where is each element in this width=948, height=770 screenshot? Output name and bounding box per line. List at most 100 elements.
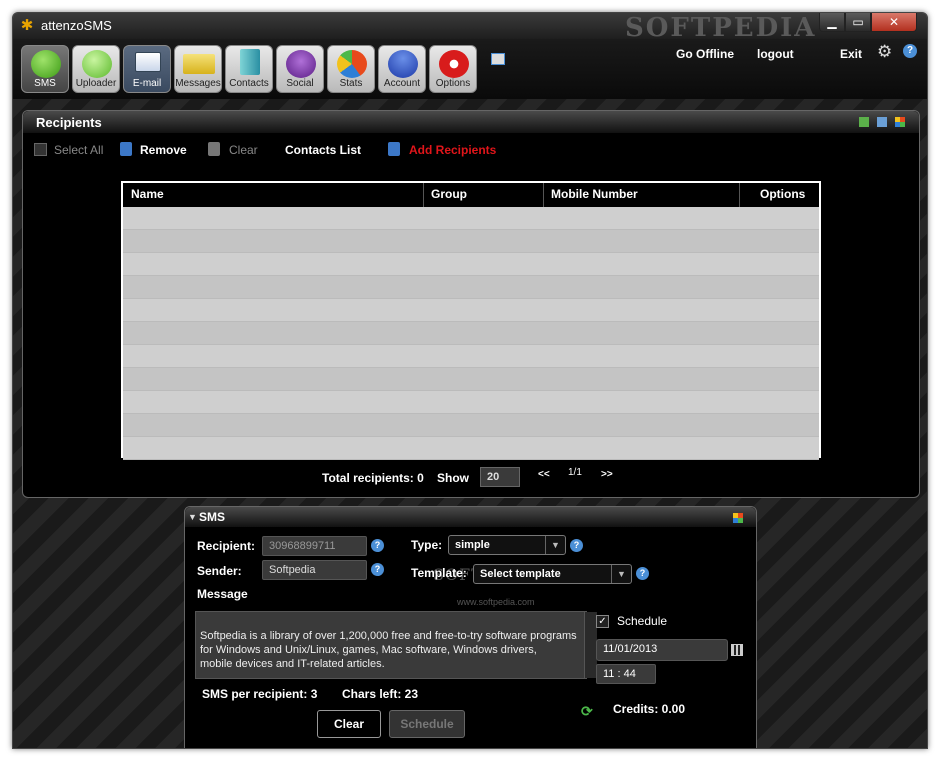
select-all-checkbox[interactable] <box>34 143 47 156</box>
window-title: attenzoSMS <box>41 18 112 33</box>
recipients-actions: Select All Remove Clear Contacts List Ad… <box>23 133 919 173</box>
column-header-group[interactable]: Group <box>431 187 467 201</box>
type-value: simple <box>455 539 490 551</box>
column-header-options[interactable]: Options <box>760 187 805 201</box>
message-label: Message <box>197 587 248 601</box>
app-logo-icon: ✱ <box>20 17 34 34</box>
help-icon[interactable]: ? <box>371 563 384 576</box>
collapse-icon[interactable]: ▼ <box>188 512 197 522</box>
contacts-list-button[interactable]: Contacts List <box>285 143 361 157</box>
close-button[interactable]: ✕ <box>871 13 917 32</box>
sender-field[interactable]: Softpedia <box>262 560 367 580</box>
column-header-name[interactable]: Name <box>131 187 164 201</box>
remove-button[interactable]: Remove <box>140 143 187 157</box>
template-label: Template: <box>411 566 467 580</box>
message-text: Softpedia is a library of over 1,200,000… <box>200 630 577 670</box>
refresh-icon[interactable]: ⟳ <box>581 703 593 720</box>
app-window: ✱ attenzoSMS SOFTPEDIA ▁ ▭ ✕ SMS Uploade… <box>12 12 928 749</box>
recipient-label: Recipient: <box>197 539 256 553</box>
help-icon[interactable]: ? <box>371 539 384 552</box>
sms-panel: ▼ SMS SOFTPEDIA www.softpedia.com Recipi… <box>184 506 757 748</box>
gear-icon[interactable]: ⚙ <box>877 43 895 61</box>
add-recipients-button[interactable]: Add Recipients <box>409 143 496 157</box>
sms-per-recipient: SMS per recipient: 3 <box>202 687 318 701</box>
type-label: Type: <box>411 538 443 552</box>
tool-label: Options <box>435 78 471 89</box>
show-label: Show <box>437 471 469 485</box>
help-icon[interactable]: ? <box>570 539 583 552</box>
minimize-button[interactable]: ▁ <box>819 13 845 32</box>
prev-page-button[interactable]: << <box>538 469 550 480</box>
table-row[interactable] <box>123 207 819 230</box>
title-bar: ✱ attenzoSMS SOFTPEDIA ▁ ▭ ✕ <box>13 13 927 43</box>
export-icon[interactable] <box>859 117 869 127</box>
template-select[interactable]: Select template ▼ <box>473 564 632 584</box>
schedule-checkbox[interactable]: ✓ <box>596 615 609 628</box>
tool-label: Messages <box>175 78 221 89</box>
next-page-button[interactable]: >> <box>601 469 613 480</box>
table-row[interactable] <box>123 414 819 437</box>
table-row[interactable] <box>123 299 819 322</box>
schedule-date-field[interactable]: 11/01/2013 <box>596 639 728 661</box>
schedule-button[interactable]: Schedule <box>389 710 465 738</box>
pagination: Total recipients: 0 Show 20 << 1/1 >> <box>23 467 919 493</box>
table-row[interactable] <box>123 368 819 391</box>
column-header-mobile[interactable]: Mobile Number <box>551 187 638 201</box>
table-header: Name Group Mobile Number Options <box>123 183 819 207</box>
time-hour[interactable]: 11 <box>603 668 614 680</box>
remove-icon <box>120 142 132 156</box>
tool-label: SMS <box>34 78 56 89</box>
type-select[interactable]: simple ▼ <box>448 535 566 555</box>
tool-label: Uploader <box>75 78 117 89</box>
chars-left: Chars left: 23 <box>342 687 419 701</box>
chevron-down-icon: ▼ <box>545 536 565 554</box>
recipients-table: Name Group Mobile Number Options <box>121 181 821 460</box>
table-row[interactable] <box>123 322 819 345</box>
help-icon[interactable]: ? <box>636 567 649 580</box>
select-all-label[interactable]: Select All <box>54 143 103 157</box>
grid-icon[interactable] <box>895 117 905 127</box>
table-row[interactable] <box>123 230 819 253</box>
table-row[interactable] <box>123 391 819 414</box>
tool-label: Contacts <box>229 78 269 89</box>
schedule-time-field[interactable]: 11 : 44 <box>596 664 656 684</box>
page-indicator: 1/1 <box>568 467 582 478</box>
credits: Credits: 0.00 <box>613 702 686 716</box>
table-row[interactable] <box>123 276 819 299</box>
top-links: Go Offline logout Exit <box>13 47 927 67</box>
table-row[interactable] <box>123 437 819 460</box>
go-offline-link[interactable]: Go Offline <box>676 47 734 61</box>
main-toolbar: SMS Uploader E-mail Messages Contacts So… <box>13 39 927 99</box>
clear-message-button[interactable]: Clear <box>317 710 381 738</box>
logout-link[interactable]: logout <box>757 47 794 61</box>
template-value: Select template <box>480 568 561 580</box>
recipients-header: Recipients <box>23 111 919 133</box>
chevron-down-icon: ▼ <box>611 565 631 583</box>
tool-label: Stats <box>339 78 363 89</box>
calendar-icon[interactable] <box>731 644 743 656</box>
sms-header[interactable]: ▼ SMS <box>185 507 756 527</box>
tool-label: Account <box>383 78 421 89</box>
main-content: SMS Uploader E-mail Messages Contacts So… <box>13 39 927 748</box>
tool-label: E-mail <box>132 78 162 89</box>
table-row[interactable] <box>123 345 819 368</box>
show-count-input[interactable]: 20 <box>480 467 520 487</box>
schedule-label: Schedule <box>617 614 668 628</box>
maximize-button[interactable]: ▭ <box>845 13 871 32</box>
recipients-panel: Recipients Select All Remove Clear Conta… <box>22 110 920 498</box>
watermark-url: www.softpedia.com <box>457 597 535 607</box>
grid-icon[interactable] <box>733 513 743 523</box>
sender-label: Sender: <box>197 564 242 578</box>
sms-title: SMS <box>199 510 226 524</box>
recipients-title: Recipients <box>36 115 102 130</box>
time-minute[interactable]: 44 <box>624 668 636 680</box>
exit-link[interactable]: Exit <box>840 47 862 61</box>
table-row[interactable] <box>123 253 819 276</box>
windows-icon[interactable] <box>877 117 887 127</box>
clear-recipients-button[interactable]: Clear <box>229 143 258 157</box>
total-recipients: Total recipients: 0 <box>322 471 424 485</box>
help-icon[interactable]: ? <box>903 44 917 58</box>
clear-icon <box>208 142 220 156</box>
recipient-field[interactable]: 30968899711 <box>262 536 367 556</box>
message-textarea[interactable]: Softpedia is a library of over 1,200,000… <box>195 611 597 679</box>
